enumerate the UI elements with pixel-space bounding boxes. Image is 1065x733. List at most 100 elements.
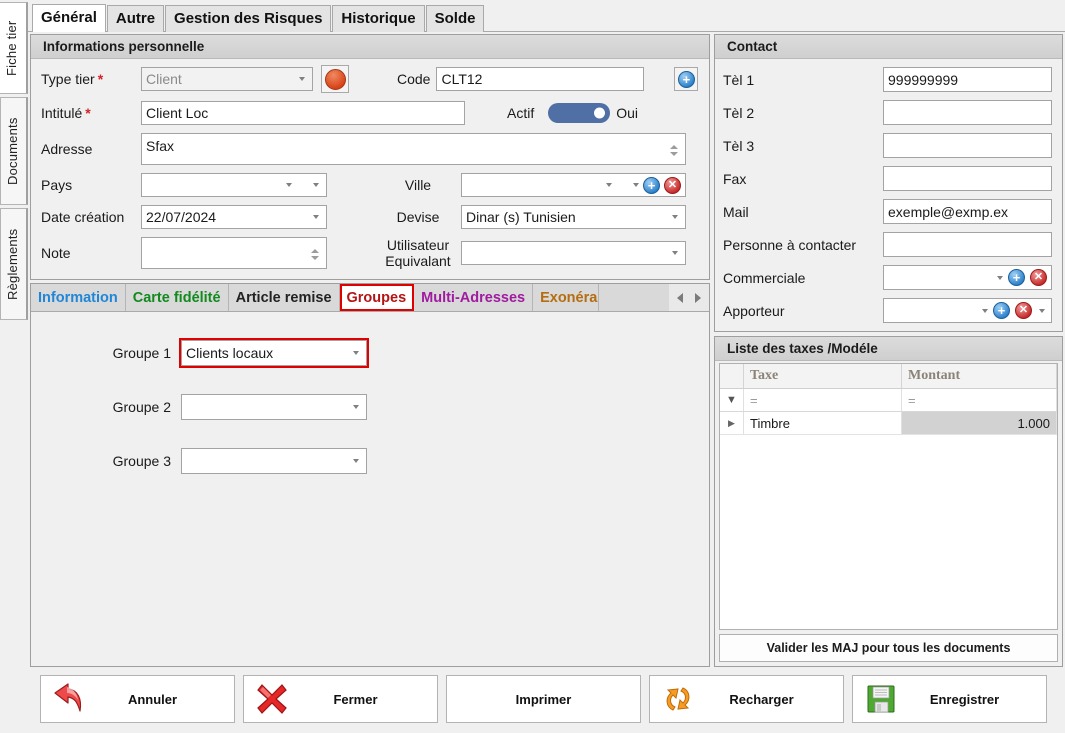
recharger-button[interactable]: Recharger bbox=[649, 675, 844, 723]
utilisateur-equivalant-select[interactable] bbox=[461, 241, 686, 265]
personal-info-title: Informations personnelle bbox=[31, 35, 709, 59]
personne-a-contacter-input[interactable] bbox=[883, 232, 1052, 257]
adresse-input[interactable]: Sfax bbox=[141, 133, 686, 165]
annuler-button[interactable]: Annuler bbox=[40, 675, 235, 723]
subtab-multi-adresses[interactable]: Multi-Adresses bbox=[414, 284, 534, 311]
tab-general[interactable]: Général bbox=[32, 4, 106, 32]
imprimer-button[interactable]: Imprimer bbox=[446, 675, 641, 723]
row-adresse: Adresse Sfax bbox=[41, 133, 699, 165]
valider-maj-button[interactable]: Valider les MAJ pour tous les documents bbox=[719, 634, 1058, 662]
subtab-label: Groupes bbox=[346, 289, 407, 306]
contact-title: Contact bbox=[715, 35, 1062, 59]
fermer-button[interactable]: Fermer bbox=[243, 675, 438, 723]
mail-input[interactable]: exemple@exmp.ex bbox=[883, 199, 1052, 224]
intitule-input[interactable]: Client Loc bbox=[141, 101, 465, 125]
taxes-grid: Taxe Montant ▼ = = ▶ Timbre 1.000 bbox=[719, 363, 1058, 630]
groupe-row-1: Groupe 1 Clients locaux bbox=[31, 338, 709, 368]
taxes-column-header-taxe[interactable]: Taxe bbox=[744, 364, 902, 388]
delete-apporteur-icon[interactable]: ✕ bbox=[1015, 302, 1032, 319]
tab-label: Autre bbox=[115, 10, 156, 27]
delete-ville-icon[interactable]: ✕ bbox=[664, 176, 681, 194]
spinner-up-icon bbox=[310, 248, 319, 253]
subtab-article-remise[interactable]: Article remise bbox=[228, 284, 340, 311]
taxes-title: Liste des taxes /Modéle bbox=[715, 337, 1062, 361]
refresh-icon bbox=[650, 682, 706, 716]
commerciale-select[interactable]: + ✕ bbox=[883, 265, 1052, 290]
add-code-button[interactable]: + bbox=[674, 67, 699, 91]
vertical-tab-reglements[interactable]: Règlements bbox=[0, 208, 28, 320]
vertical-tab-fiche-tier[interactable]: Fiche tier bbox=[0, 2, 28, 94]
delete-commerciale-icon[interactable]: ✕ bbox=[1030, 269, 1047, 286]
tab-label: Historique bbox=[341, 10, 416, 27]
pays-select[interactable] bbox=[141, 173, 327, 197]
groupe-3-label: Groupe 3 bbox=[112, 453, 171, 469]
content-body: Informations personnelle Type tier * Clie… bbox=[28, 32, 1065, 667]
contact-row-apporteur: Apporteur + ✕ bbox=[723, 298, 1052, 323]
floppy-disk-icon bbox=[853, 684, 909, 714]
apporteur-select[interactable]: + ✕ bbox=[883, 298, 1052, 323]
fax-label: Fax bbox=[723, 170, 747, 187]
chevron-down-icon-secondary[interactable] bbox=[1039, 308, 1045, 313]
date-creation-input[interactable]: 22/07/2024 bbox=[141, 205, 327, 229]
taxes-panel: Liste des taxes /Modéle Taxe Montant ▼ =… bbox=[714, 336, 1063, 667]
personal-info-body: Type tier * Client Code CLT12 + Intitulé… bbox=[31, 59, 709, 279]
toggle-knob bbox=[594, 107, 606, 119]
groupe-1-select[interactable]: Clients locaux bbox=[179, 338, 369, 368]
taxes-filter-row: ▼ = = bbox=[720, 389, 1057, 412]
contact-row-tel1: Tèl 1 999999999 bbox=[723, 67, 1052, 92]
groupe-2-select[interactable] bbox=[181, 394, 367, 420]
tel3-input[interactable] bbox=[883, 133, 1052, 158]
subtab-carte-fidelite[interactable]: Carte fidélité bbox=[125, 284, 229, 311]
sub-tab-strip: Information Carte fidélité Article remis… bbox=[31, 284, 709, 312]
devise-select[interactable]: Dinar (s) Tunisien bbox=[461, 205, 686, 229]
subtab-groupes[interactable]: Groupes bbox=[339, 284, 415, 311]
chevron-down-icon bbox=[353, 459, 359, 463]
close-x-icon bbox=[244, 682, 300, 716]
enregistrer-button[interactable]: Enregistrer bbox=[852, 675, 1047, 723]
table-row[interactable]: ▶ Timbre 1.000 bbox=[720, 412, 1057, 435]
tab-historique[interactable]: Historique bbox=[332, 5, 425, 32]
adresse-scroll-spinner[interactable] bbox=[666, 136, 681, 164]
intitule-value: Client Loc bbox=[146, 105, 209, 121]
add-commerciale-icon[interactable]: + bbox=[1008, 269, 1025, 286]
tab-gestion-des-risques[interactable]: Gestion des Risques bbox=[165, 5, 332, 32]
subtab-exoneration[interactable]: Exonéra bbox=[533, 284, 600, 311]
groupe-3-select[interactable] bbox=[181, 448, 367, 474]
undo-arrow-icon bbox=[41, 682, 97, 716]
type-tier-select[interactable]: Client bbox=[141, 67, 313, 91]
groupe-row-2: Groupe 2 bbox=[31, 394, 709, 420]
code-input[interactable]: CLT12 bbox=[436, 67, 645, 91]
tab-solde[interactable]: Solde bbox=[425, 5, 485, 32]
ville-select[interactable]: + ✕ bbox=[461, 173, 686, 197]
row-intitule: Intitulé * Client Loc Actif Oui bbox=[41, 101, 699, 125]
row-type-tier: Type tier * Client Code CLT12 + bbox=[41, 65, 699, 93]
fax-input[interactable] bbox=[883, 166, 1052, 191]
taxes-column-header-montant[interactable]: Montant bbox=[902, 364, 1057, 388]
subtab-information[interactable]: Information bbox=[31, 284, 126, 311]
tel2-input[interactable] bbox=[883, 100, 1052, 125]
tel1-input[interactable]: 999999999 bbox=[883, 67, 1052, 92]
contact-row-tel3: Tèl 3 bbox=[723, 133, 1052, 158]
groupe-row-3: Groupe 3 bbox=[31, 448, 709, 474]
note-scroll-spinner[interactable] bbox=[307, 240, 322, 268]
actif-toggle[interactable] bbox=[548, 103, 611, 123]
apporteur-label: Apporteur bbox=[723, 302, 785, 319]
filter-montant[interactable]: = bbox=[902, 389, 1057, 411]
vertical-tab-label: Règlements bbox=[5, 228, 20, 300]
add-ville-icon[interactable]: + bbox=[643, 176, 660, 194]
vertical-tab-documents[interactable]: Documents bbox=[0, 97, 28, 205]
note-input[interactable] bbox=[141, 237, 327, 269]
vertical-tab-label: Fiche tier bbox=[4, 20, 19, 76]
tab-autre[interactable]: Autre bbox=[106, 5, 165, 32]
filter-funnel-icon[interactable]: ▼ bbox=[720, 389, 744, 411]
chevron-down-icon bbox=[286, 183, 292, 187]
actif-state-label: Oui bbox=[616, 105, 639, 121]
filter-taxe[interactable]: = bbox=[744, 389, 902, 411]
prev-arrow-icon[interactable] bbox=[677, 292, 683, 303]
add-apporteur-icon[interactable]: + bbox=[993, 302, 1010, 319]
main-area: Général Autre Gestion des Risques Histor… bbox=[28, 0, 1065, 733]
type-tier-label: Type tier * bbox=[41, 71, 104, 87]
color-dot-button[interactable] bbox=[321, 65, 349, 93]
code-label: Code bbox=[397, 71, 431, 87]
next-arrow-icon[interactable] bbox=[695, 292, 701, 303]
